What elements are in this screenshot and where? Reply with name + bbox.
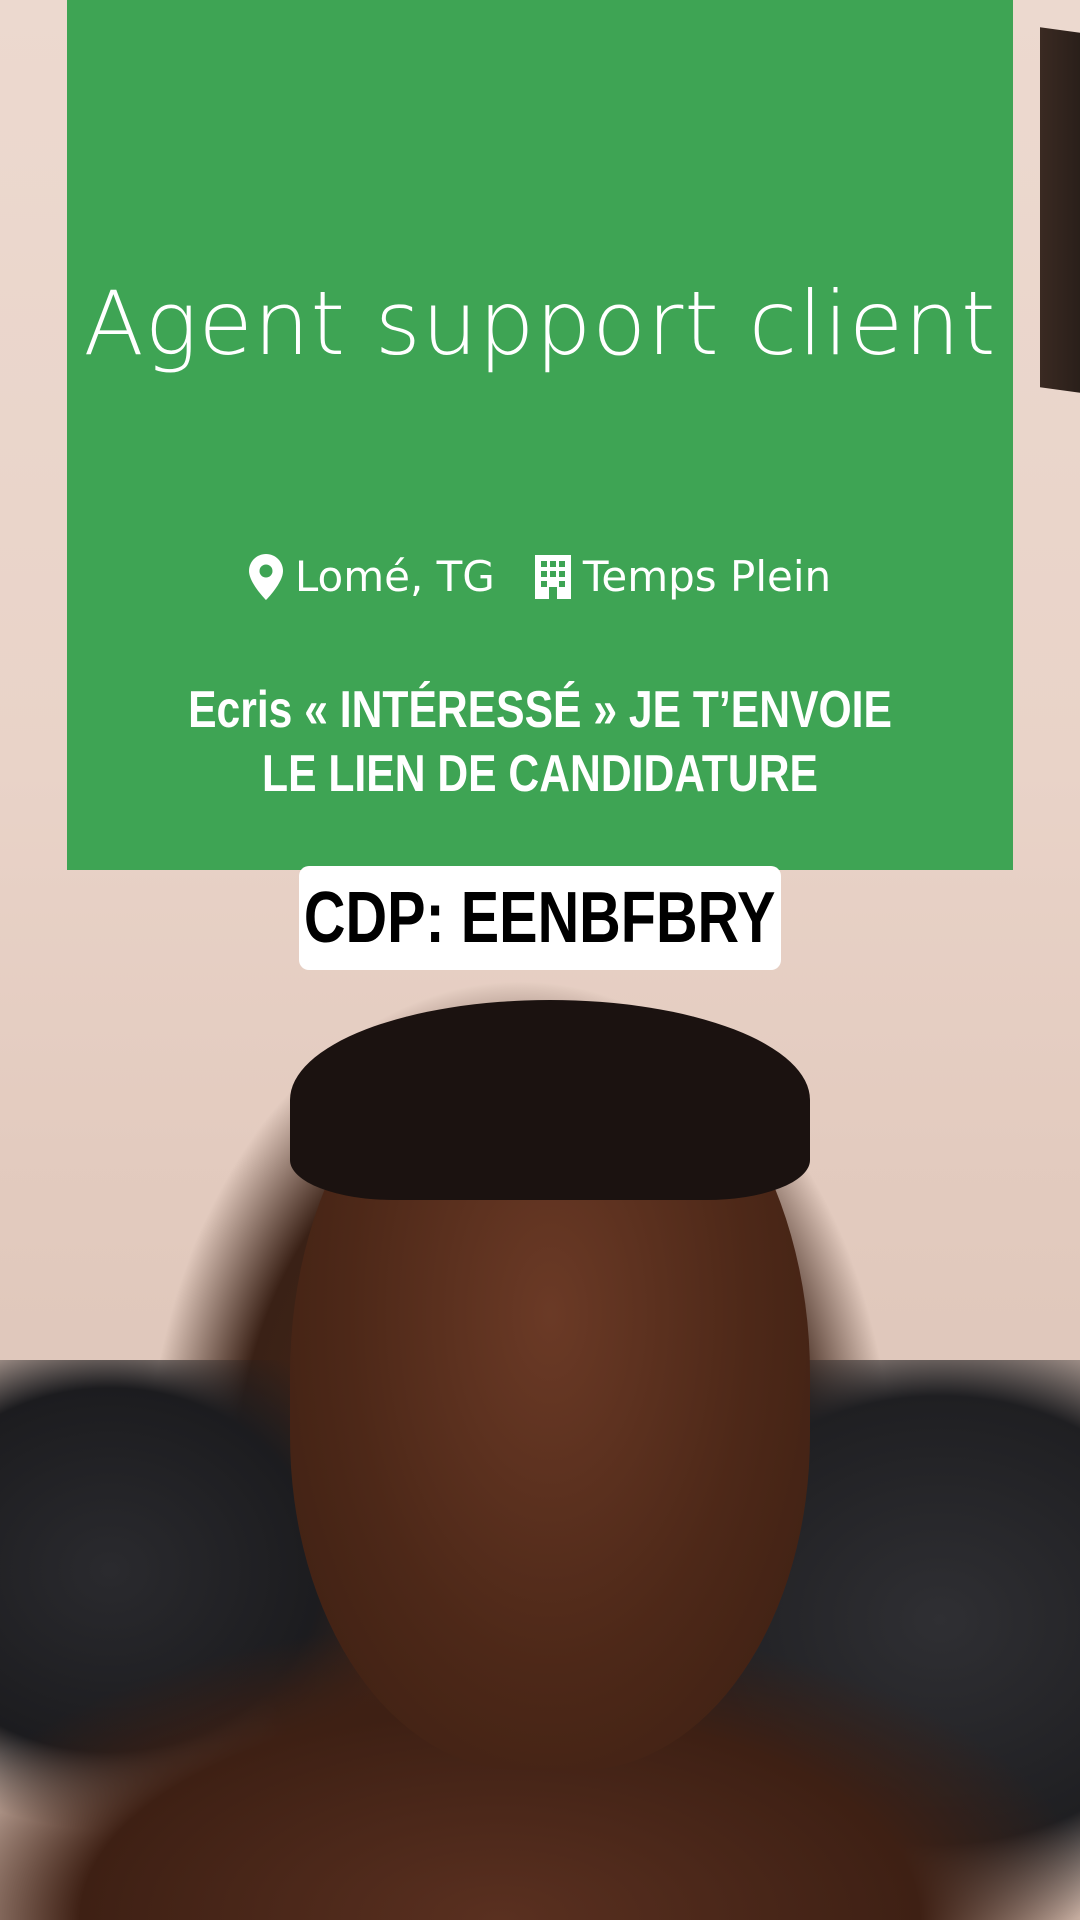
job-contract-type: Temps Plein — [534, 552, 832, 601]
wall-picture-frame — [1040, 27, 1080, 393]
job-card: Agent support client Lomé, TG Temps Plei… — [67, 0, 1013, 870]
map-pin-icon — [248, 553, 283, 600]
location-text: Lomé, TG — [294, 552, 495, 601]
job-meta: Lomé, TG Temps Plein — [67, 552, 1013, 601]
contract-text: Temps Plein — [582, 552, 832, 601]
call-to-action: Ecris « INTÉRESSÉ » JE T’ENVOIE LE LIEN … — [152, 678, 928, 806]
cta-line-1: Ecris « INTÉRESSÉ » JE T’ENVOIE — [188, 681, 892, 739]
job-location: Lomé, TG — [248, 552, 495, 601]
cdp-code-text: CDP: EENBFBRY — [304, 878, 776, 958]
cdp-code-badge: CDP: EENBFBRY — [299, 866, 781, 970]
cta-line-2: LE LIEN DE CANDIDATURE — [262, 745, 818, 803]
building-icon — [534, 554, 571, 599]
person-hair — [290, 1000, 810, 1200]
job-title: Agent support client — [83, 272, 997, 375]
